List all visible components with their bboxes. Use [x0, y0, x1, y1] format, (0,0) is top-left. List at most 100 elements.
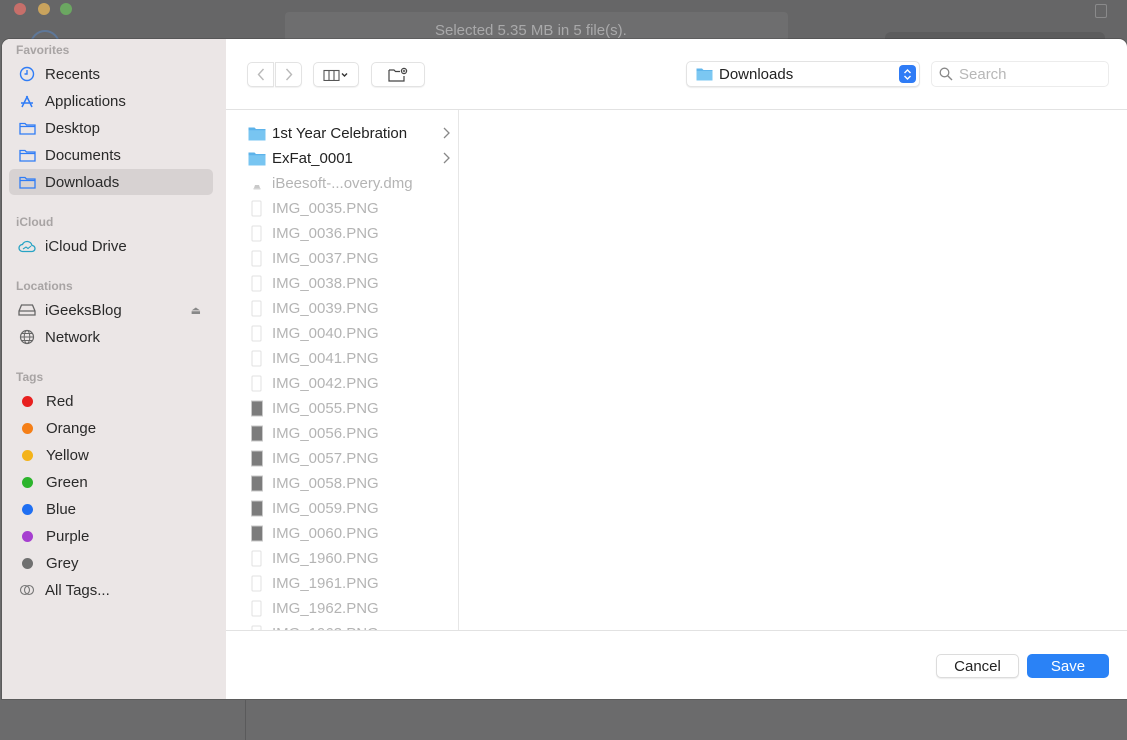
sidebar-item-label: Purple — [46, 527, 90, 545]
updown-chevron-icon — [899, 65, 916, 83]
chevron-left-icon — [257, 68, 264, 81]
sidebar-item-label: Yellow — [46, 446, 89, 464]
sidebar-item-label: iCloud Drive — [45, 237, 127, 255]
file-row[interactable]: iBeesoft-...overy.dmg — [248, 171, 448, 196]
tag-dot-icon — [22, 422, 33, 434]
file-name: IMG_0038.PNG — [272, 275, 379, 292]
sidebar-item-icloud-drive[interactable]: iCloud Drive — [9, 233, 213, 259]
file-row[interactable]: IMG_0036.PNG — [248, 221, 448, 246]
sidebar-tag-green[interactable]: Green — [9, 469, 213, 495]
sidebar: Favorites Recents Applications Desktop D… — [2, 39, 226, 699]
save-button[interactable]: Save — [1027, 654, 1109, 678]
sidebar-item-label: Grey — [46, 554, 79, 572]
disk-image-icon — [248, 176, 266, 191]
view-mode-button[interactable] — [313, 62, 359, 87]
sidebar-tag-blue[interactable]: Blue — [9, 496, 213, 522]
search-input[interactable]: Search — [959, 66, 1007, 83]
image-file-icon — [248, 200, 266, 217]
file-name: IMG_0060.PNG — [272, 525, 379, 542]
sidebar-tag-red[interactable]: Red — [9, 388, 213, 414]
new-folder-icon — [388, 67, 408, 82]
sidebar-section-locations: Locations — [16, 279, 73, 293]
file-name: IMG_0056.PNG — [272, 425, 379, 442]
sidebar-all-tags[interactable]: All Tags... — [9, 577, 213, 603]
tag-dot-icon — [22, 503, 33, 515]
forward-button[interactable] — [275, 62, 302, 87]
cancel-button[interactable]: Cancel — [936, 654, 1019, 678]
file-row[interactable]: IMG_0059.PNG — [248, 496, 448, 521]
file-row[interactable]: IMG_0055.PNG — [248, 396, 448, 421]
sidebar-tag-purple[interactable]: Purple — [9, 523, 213, 549]
background-corner-icon — [1095, 4, 1107, 18]
tag-dot-icon — [22, 530, 33, 542]
folder-icon — [696, 68, 713, 81]
file-row[interactable]: IMG_0040.PNG — [248, 321, 448, 346]
location-popup[interactable]: Downloads — [686, 61, 920, 87]
image-file-icon — [248, 250, 266, 267]
file-row[interactable]: IMG_0035.PNG — [248, 196, 448, 221]
file-row[interactable]: IMG_0038.PNG — [248, 271, 448, 296]
folder-icon — [248, 126, 266, 141]
browser-pane: Downloads Search 1st Year Celebration ExF… — [226, 39, 1127, 699]
sidebar-item-label: Blue — [46, 500, 77, 518]
zoom-window-button[interactable] — [60, 3, 72, 15]
eject-icon[interactable]: ⏏ — [191, 304, 201, 317]
sidebar-tag-yellow[interactable]: Yellow — [9, 442, 213, 468]
file-name: IMG_1962.PNG — [272, 600, 379, 617]
chevron-right-icon — [285, 68, 292, 81]
minimize-window-button[interactable] — [38, 3, 50, 15]
file-row[interactable]: IMG_0060.PNG — [248, 521, 448, 546]
file-name: iBeesoft-...overy.dmg — [272, 175, 413, 192]
globe-icon — [18, 328, 36, 346]
file-row[interactable]: IMG_0042.PNG — [248, 371, 448, 396]
sidebar-item-igeeksblog[interactable]: iGeeksBlog ⏏ — [9, 297, 213, 323]
sidebar-item-downloads[interactable]: Downloads — [9, 169, 213, 195]
image-file-icon — [248, 575, 266, 592]
search-field[interactable]: Search — [931, 61, 1109, 87]
clock-icon — [18, 65, 36, 83]
sidebar-item-label: All Tags... — [45, 581, 110, 599]
sidebar-item-network[interactable]: Network — [9, 324, 213, 350]
sidebar-section-favorites: Favorites — [16, 43, 70, 57]
file-row[interactable]: IMG_0058.PNG — [248, 471, 448, 496]
back-button[interactable] — [247, 62, 274, 87]
file-name: IMG_0037.PNG — [272, 250, 379, 267]
file-name: IMG_0041.PNG — [272, 350, 379, 367]
folder-row[interactable]: 1st Year Celebration — [248, 121, 450, 146]
background-divider — [245, 700, 246, 740]
file-name: IMG_0039.PNG — [272, 300, 379, 317]
location-label: Downloads — [719, 65, 794, 83]
file-row[interactable]: IMG_0039.PNG — [248, 296, 448, 321]
toolbar: Downloads Search — [226, 39, 1127, 110]
sidebar-item-documents[interactable]: Documents — [9, 142, 213, 168]
sidebar-section-tags: Tags — [16, 370, 44, 384]
new-folder-button[interactable] — [371, 62, 425, 87]
file-column[interactable]: 1st Year Celebration ExFat_0001 iBeesoft-.… — [226, 110, 459, 630]
sidebar-item-recents[interactable]: Recents — [9, 61, 213, 87]
file-row[interactable]: IMG_1961.PNG — [248, 571, 448, 596]
file-row[interactable]: IMG_1960.PNG — [248, 546, 448, 571]
sidebar-tag-grey[interactable]: Grey — [9, 550, 213, 576]
file-row[interactable]: IMG_1963.PNG — [248, 621, 448, 630]
sidebar-item-label: Orange — [46, 419, 97, 437]
folder-icon — [18, 146, 36, 164]
file-row[interactable]: IMG_0037.PNG — [248, 246, 448, 271]
file-row[interactable]: IMG_0056.PNG — [248, 421, 448, 446]
file-name: IMG_0059.PNG — [272, 500, 379, 517]
drive-icon — [18, 301, 36, 319]
file-row[interactable]: IMG_0041.PNG — [248, 346, 448, 371]
file-name: IMG_1961.PNG — [272, 575, 379, 592]
file-name: ExFat_0001 — [272, 150, 353, 167]
folder-icon — [18, 173, 36, 191]
close-window-button[interactable] — [14, 3, 26, 15]
icloud-icon — [18, 237, 36, 255]
file-row[interactable]: IMG_0057.PNG — [248, 446, 448, 471]
image-file-icon — [248, 275, 266, 292]
sidebar-item-desktop[interactable]: Desktop — [9, 115, 213, 141]
sidebar-item-applications[interactable]: Applications — [9, 88, 213, 114]
file-row[interactable]: IMG_1962.PNG — [248, 596, 448, 621]
sidebar-tag-orange[interactable]: Orange — [9, 415, 213, 441]
folder-row[interactable]: ExFat_0001 — [248, 146, 450, 171]
sidebar-item-label: Recents — [45, 65, 101, 83]
image-file-icon — [248, 225, 266, 242]
